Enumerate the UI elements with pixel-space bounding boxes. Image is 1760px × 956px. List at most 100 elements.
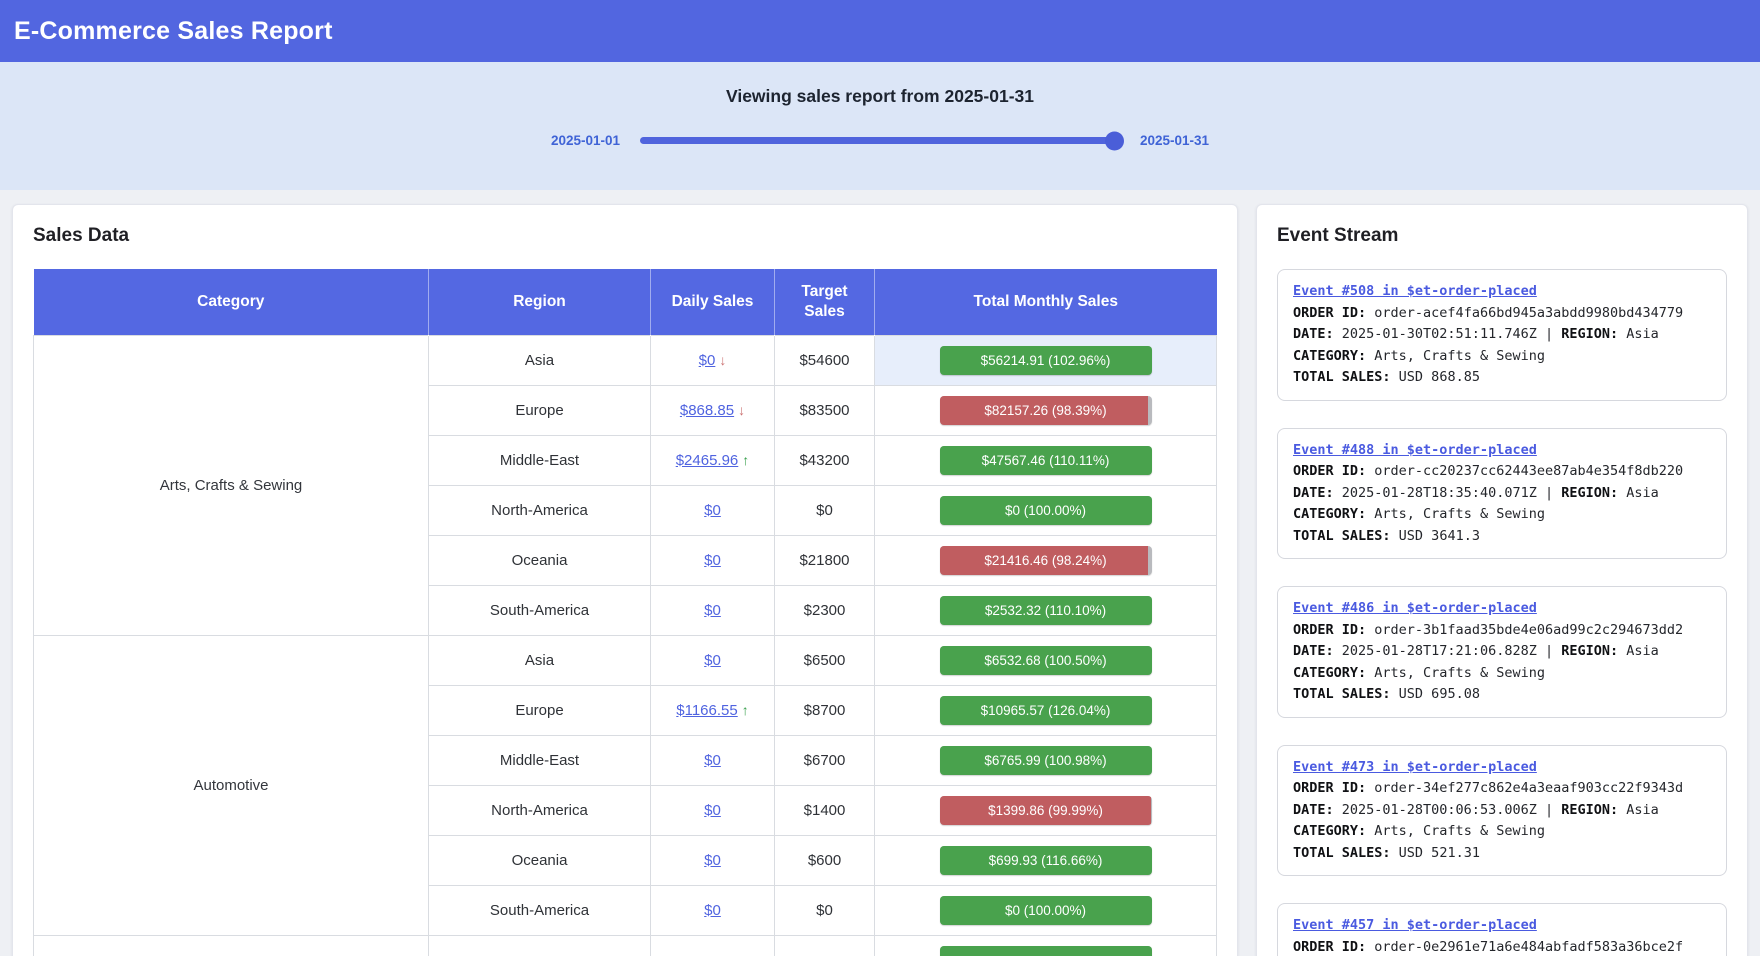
page-title: E-Commerce Sales Report [14, 17, 333, 46]
target-sales-cell: $6500 [775, 635, 875, 685]
event-link[interactable]: Event #457 in $et-order-placed [1293, 915, 1537, 937]
target-sales-cell: $43200 [775, 435, 875, 485]
target-sales-cell: $2300 [775, 585, 875, 635]
table-row: Arts, Crafts & SewingAsia$0↓$54600$56214… [34, 335, 1217, 385]
daily-sales-cell: $0 [651, 735, 775, 785]
event-detail-line: ORDER ID: order-34ef277c862e4a3eaaf903cc… [1293, 778, 1711, 800]
total-monthly-sales-cell: $699.93 (116.66%) [875, 835, 1217, 885]
sales-progress-badge: $47567.46 (110.11%) [940, 446, 1152, 475]
sales-progress-label: $699.93 (116.66%) [940, 846, 1152, 875]
total-monthly-sales-cell: $6532.68 (100.50%) [875, 635, 1217, 685]
sales-table-header-row: Category Region Daily Sales Target Sales… [34, 269, 1217, 335]
target-sales-cell: $1400 [775, 785, 875, 835]
slider-thumb[interactable] [1105, 131, 1124, 150]
event-detail-line: TOTAL SALES: USD 868.85 [1293, 367, 1711, 389]
date-slider[interactable] [640, 137, 1120, 144]
event-detail-line: TOTAL SALES: USD 695.08 [1293, 684, 1711, 706]
event-detail-line: ORDER ID: order-acef4fa66bd945a3abdd9980… [1293, 303, 1711, 325]
daily-sales-cell: $0 [651, 485, 775, 535]
daily-sales-cell: $0 [651, 835, 775, 885]
target-sales-cell: $0 [775, 485, 875, 535]
category-cell [34, 935, 429, 956]
event-detail-line: ORDER ID: order-3b1faad35bde4e06ad99c2c2… [1293, 620, 1711, 642]
region-cell: Europe [429, 385, 651, 435]
column-header-daily-sales: Daily Sales [651, 269, 775, 335]
total-monthly-sales-cell: $0 (100.00%) [875, 885, 1217, 935]
sales-progress-badge: $6765.99 (100.98%) [940, 746, 1152, 775]
daily-sales-link[interactable]: $0 [704, 502, 721, 519]
daily-sales-link[interactable]: $0 [704, 802, 721, 819]
event-link[interactable]: Event #508 in $et-order-placed [1293, 281, 1537, 303]
sales-progress-badge: $0 (100.00%) [940, 896, 1152, 925]
event-card: Event #473 in $et-order-placedORDER ID: … [1277, 745, 1727, 877]
daily-sales-link[interactable]: $868.85 [680, 402, 734, 419]
region-cell: Middle-East [429, 735, 651, 785]
sales-progress-label: $82157.26 (98.39%) [940, 396, 1152, 425]
trend-up-icon: ↑ [742, 452, 749, 468]
daily-sales-link[interactable]: $0 [704, 852, 721, 869]
sales-progress-label: $6532.68 (100.50%) [940, 646, 1152, 675]
event-detail-line: TOTAL SALES: USD 3641.3 [1293, 526, 1711, 548]
daily-sales-link[interactable]: $1166.55 [676, 702, 737, 719]
column-header-category: Category [34, 269, 429, 335]
sales-progress-badge [940, 946, 1152, 956]
event-stream-list: Event #508 in $et-order-placedORDER ID: … [1277, 269, 1727, 956]
region-cell [429, 935, 651, 956]
daily-sales-cell: $1166.55↑ [651, 685, 775, 735]
slider-row: 2025-01-01 2025-01-31 [0, 133, 1760, 148]
daily-sales-link[interactable]: $0 [704, 652, 721, 669]
table-row: AutomotiveAsia$0$6500$6532.68 (100.50%) [34, 635, 1217, 685]
daily-sales-cell: $0 [651, 535, 775, 585]
region-cell: Oceania [429, 835, 651, 885]
sales-progress-fill [940, 946, 1152, 956]
event-card: Event #508 in $et-order-placedORDER ID: … [1277, 269, 1727, 401]
daily-sales-link[interactable]: $0 [704, 902, 721, 919]
target-sales-cell: $600 [775, 835, 875, 885]
target-sales-cell: $6700 [775, 735, 875, 785]
slider-title: Viewing sales report from 2025-01-31 [0, 86, 1760, 107]
daily-sales-link[interactable]: $0 [704, 602, 721, 619]
sales-progress-badge: $6532.68 (100.50%) [940, 646, 1152, 675]
daily-sales-cell: $868.85↓ [651, 385, 775, 435]
event-link[interactable]: Event #486 in $et-order-placed [1293, 598, 1537, 620]
daily-sales-cell: $0 [651, 785, 775, 835]
event-detail-line: CATEGORY: Arts, Crafts & Sewing [1293, 663, 1711, 685]
sales-progress-label: $56214.91 (102.96%) [940, 346, 1152, 375]
daily-sales-cell: $0 [651, 635, 775, 685]
event-link[interactable]: Event #473 in $et-order-placed [1293, 757, 1537, 779]
event-link[interactable]: Event #488 in $et-order-placed [1293, 440, 1537, 462]
daily-sales-link[interactable]: $0 [699, 352, 716, 369]
category-cell: Automotive [34, 635, 429, 935]
event-detail-line: DATE: 2025-01-30T02:51:11.746Z | REGION:… [1293, 324, 1711, 346]
sales-table-body: Arts, Crafts & SewingAsia$0↓$54600$56214… [34, 335, 1217, 956]
total-monthly-sales-cell: $1399.86 (99.99%) [875, 785, 1217, 835]
event-stream-title: Event Stream [1277, 225, 1727, 247]
sales-progress-label: $6765.99 (100.98%) [940, 746, 1152, 775]
table-row [34, 935, 1217, 956]
slider-start-label: 2025-01-01 [551, 133, 620, 148]
region-cell: Asia [429, 635, 651, 685]
sales-table: Category Region Daily Sales Target Sales… [33, 269, 1217, 956]
column-header-target-sales: Target Sales [775, 269, 875, 335]
sales-progress-badge: $56214.91 (102.96%) [940, 346, 1152, 375]
total-monthly-sales-cell: $6765.99 (100.98%) [875, 735, 1217, 785]
daily-sales-link[interactable]: $0 [704, 752, 721, 769]
sales-progress-badge: $0 (100.00%) [940, 496, 1152, 525]
region-cell: Oceania [429, 535, 651, 585]
daily-sales-cell: $0↓ [651, 335, 775, 385]
event-stream-card: Event Stream Event #508 in $et-order-pla… [1256, 204, 1748, 956]
region-cell: North-America [429, 785, 651, 835]
event-detail-line: CATEGORY: Arts, Crafts & Sewing [1293, 504, 1711, 526]
daily-sales-cell: $0 [651, 885, 775, 935]
region-cell: South-America [429, 885, 651, 935]
sales-data-title: Sales Data [33, 225, 1217, 247]
daily-sales-link[interactable]: $2465.96 [676, 452, 739, 469]
target-sales-cell: $0 [775, 885, 875, 935]
daily-sales-cell [651, 935, 775, 956]
region-cell: South-America [429, 585, 651, 635]
trend-down-icon: ↓ [738, 402, 745, 418]
sales-progress-badge: $2532.32 (110.10%) [940, 596, 1152, 625]
region-cell: Middle-East [429, 435, 651, 485]
daily-sales-link[interactable]: $0 [704, 552, 721, 569]
target-sales-cell: $21800 [775, 535, 875, 585]
